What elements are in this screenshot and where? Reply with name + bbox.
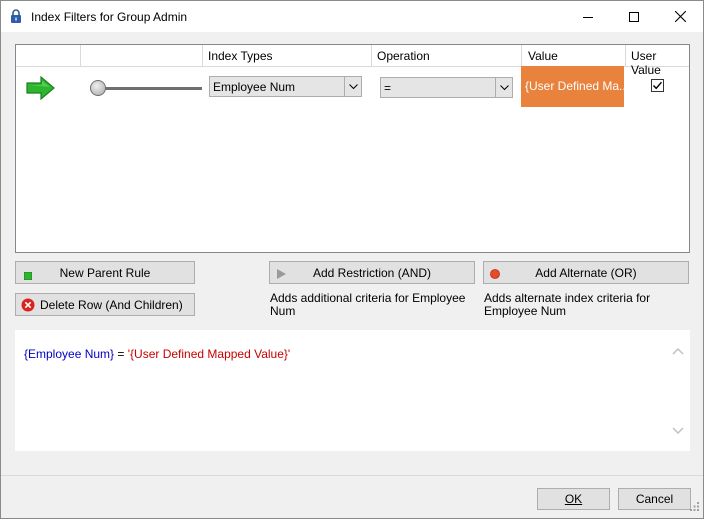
- add-alternate-label: Add Alternate (OR): [535, 266, 637, 280]
- index-type-value: Employee Num: [213, 80, 296, 94]
- user-value-checkbox[interactable]: [651, 79, 664, 92]
- column-header-value[interactable]: Value: [528, 49, 558, 63]
- window-title: Index Filters for Group Admin: [31, 10, 188, 24]
- column-separator[interactable]: [202, 45, 203, 67]
- expression-preview[interactable]: {Employee Num} = '{User Defined Mapped V…: [15, 330, 690, 451]
- resize-grip-icon[interactable]: [690, 501, 700, 515]
- minimize-button[interactable]: [565, 1, 611, 32]
- new-parent-rule-label: New Parent Rule: [59, 266, 151, 280]
- table-row[interactable]: Employee Num = {User Defined Ma...: [16, 66, 689, 107]
- index-type-select[interactable]: Employee Num: [209, 76, 362, 97]
- column-separator[interactable]: [625, 45, 626, 67]
- cancel-button[interactable]: Cancel: [618, 488, 691, 510]
- column-header-index-types[interactable]: Index Types: [208, 49, 273, 63]
- expression-value: '{User Defined Mapped Value}': [127, 347, 291, 361]
- add-restriction-label: Add Restriction (AND): [312, 266, 432, 280]
- scroll-up-icon[interactable]: [672, 344, 684, 358]
- value-cell[interactable]: {User Defined Ma...: [521, 66, 624, 107]
- scroll-down-icon[interactable]: [672, 424, 684, 438]
- restriction-hint: Adds additional criteria for Employee Nu…: [270, 291, 466, 318]
- new-parent-rule-button[interactable]: New Parent Rule: [15, 261, 195, 284]
- cancel-label: Cancel: [635, 492, 674, 506]
- ok-label: OK: [564, 492, 583, 506]
- expression-operator: =: [114, 347, 128, 361]
- green-arrow-icon[interactable]: [26, 75, 56, 103]
- add-alternate-button[interactable]: Add Alternate (OR): [483, 261, 689, 284]
- column-separator[interactable]: [521, 45, 522, 67]
- column-header-operation[interactable]: Operation: [377, 49, 430, 63]
- add-restriction-button[interactable]: Add Restriction (AND): [269, 261, 475, 284]
- ok-button[interactable]: OK: [537, 488, 610, 510]
- chevron-down-icon[interactable]: [344, 77, 361, 96]
- close-button[interactable]: [657, 1, 703, 32]
- filter-grid[interactable]: Index Types Operation Value User Value E…: [15, 44, 690, 253]
- column-separator[interactable]: [371, 45, 372, 67]
- operation-value: =: [384, 81, 392, 95]
- title-bar[interactable]: Index Filters for Group Admin: [1, 1, 703, 32]
- operation-select[interactable]: =: [380, 77, 513, 98]
- alternate-hint: Adds alternate index criteria for Employ…: [484, 291, 651, 318]
- delete-row-label: Delete Row (And Children): [40, 298, 183, 312]
- chevron-down-icon[interactable]: [495, 78, 512, 97]
- footer-divider: [1, 475, 703, 476]
- grid-header: Index Types Operation Value User Value: [16, 45, 689, 77]
- expression-text: {Employee Num} = '{User Defined Mapped V…: [24, 347, 290, 361]
- lock-icon: [10, 9, 22, 24]
- slider-knob[interactable]: [90, 80, 106, 96]
- level-slider[interactable]: [90, 78, 202, 98]
- maximize-button[interactable]: [611, 1, 657, 32]
- column-separator[interactable]: [80, 45, 81, 67]
- delete-row-button[interactable]: Delete Row (And Children): [15, 293, 195, 316]
- dialog-window: Index Filters for Group Admin Index Type…: [0, 0, 704, 519]
- expression-field: {Employee Num}: [24, 347, 115, 361]
- slider-track: [98, 87, 202, 90]
